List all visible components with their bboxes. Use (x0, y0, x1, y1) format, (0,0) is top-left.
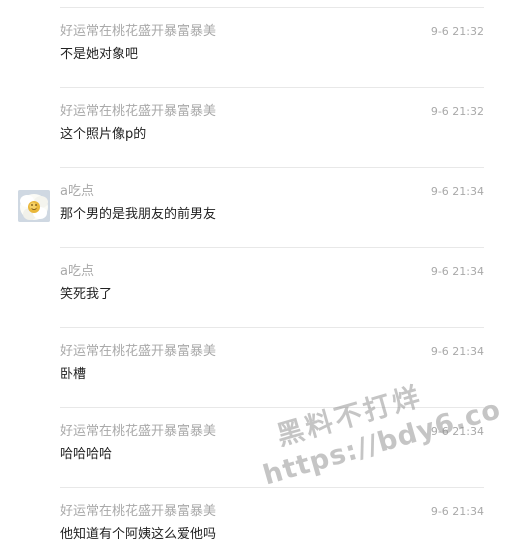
comment-author[interactable]: 好运常在桃花盛开暴富暴美 (60, 342, 220, 362)
comment-author[interactable]: 好运常在桃花盛开暴富暴美 (60, 422, 220, 442)
comment-author[interactable]: 好运常在桃花盛开暴富暴美 (60, 22, 220, 42)
comment-time: 9-6 21:34 (430, 505, 484, 518)
comment-item: 好运常在桃花盛开暴富暴美 9-6 21:32 不是她对象吧 (0, 8, 512, 88)
comment-text: 不是她对象吧 (60, 47, 139, 62)
comment-text: 哈哈哈哈 (60, 447, 113, 462)
comment-author[interactable]: a吃点 (60, 182, 220, 202)
comment-item: 好运常在桃花盛开暴富暴美 9-6 21:32 这个照片像p的 (0, 88, 512, 168)
comment-author[interactable]: 好运常在桃花盛开暴富暴美 (60, 102, 220, 122)
comment-page: 好运常在桃花盛开暴富暴美 9-6 21:32 不是她对象吧 好运常在桃花盛开暴富… (0, 0, 512, 556)
comment-time: 9-6 21:32 (430, 105, 484, 118)
comment-text: 他知道有个阿姨这么爱他吗 (60, 527, 217, 542)
comment-time: 9-6 21:32 (430, 25, 484, 38)
comment-text: 这个照片像p的 (60, 127, 147, 142)
flower-avatar-icon (18, 190, 50, 222)
comment-item: a吃点 9-6 21:34 那个男的是我朋友的前男友 (0, 168, 512, 248)
comment-item: 好运常在桃花盛开暴富暴美 9-6 21:34 哈哈哈哈 (0, 408, 512, 488)
comment-time: 9-6 21:34 (430, 265, 484, 278)
comment-text: 那个男的是我朋友的前男友 (60, 207, 217, 222)
comment-item: 好运常在桃花盛开暴富暴美 9-6 21:34 他知道有个阿姨这么爱他吗 (0, 488, 512, 556)
comment-item: 好运常在桃花盛开暴富暴美 9-6 21:34 卧槽 (0, 328, 512, 408)
comment-time: 9-6 21:34 (430, 425, 484, 438)
comment-text: 笑死我了 (60, 287, 113, 302)
comment-text: 卧槽 (60, 367, 87, 382)
comment-time: 9-6 21:34 (430, 345, 484, 358)
comment-author[interactable]: 好运常在桃花盛开暴富暴美 (60, 502, 220, 522)
comment-author[interactable]: a吃点 (60, 262, 220, 282)
avatar[interactable] (18, 190, 50, 222)
comment-time: 9-6 21:34 (430, 185, 484, 198)
comment-item: a吃点 9-6 21:34 笑死我了 (0, 248, 512, 328)
